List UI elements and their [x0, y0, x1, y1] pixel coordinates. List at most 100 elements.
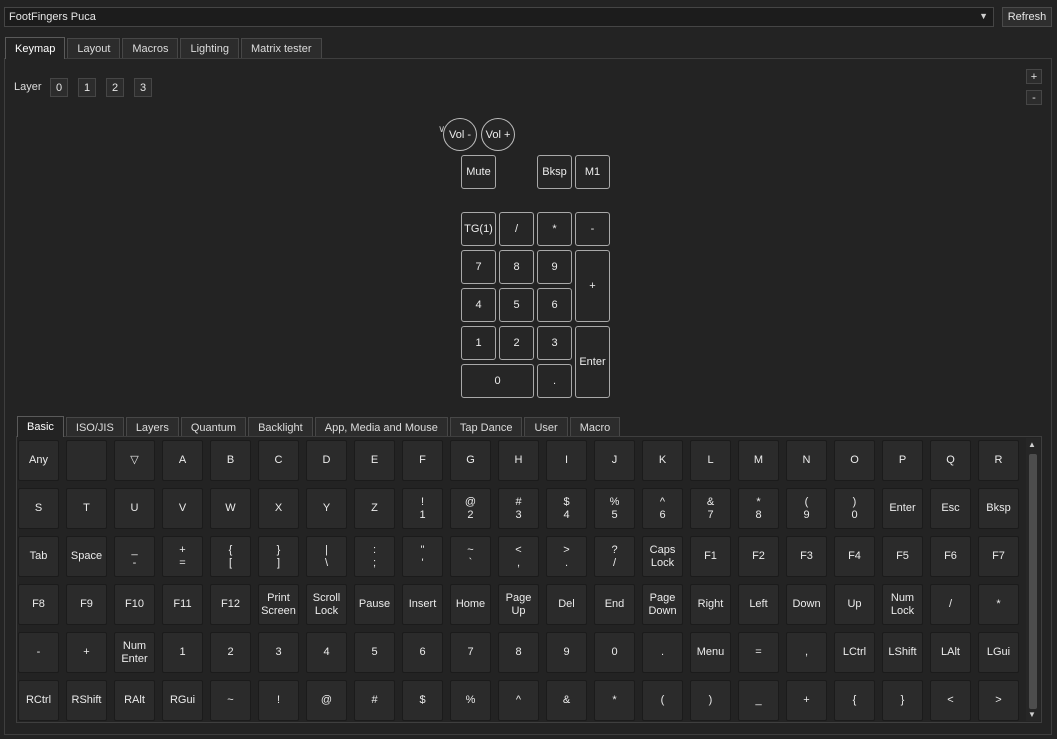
keycode-button[interactable]: ^ 6 — [642, 488, 683, 529]
keycode-button[interactable]: Caps Lock — [642, 536, 683, 577]
keycode-button[interactable]: M — [738, 440, 779, 481]
keycode-button[interactable]: ! 1 — [402, 488, 443, 529]
keycode-button[interactable]: X — [258, 488, 299, 529]
keycode-button[interactable]: S — [18, 488, 59, 529]
encoder-vol-up[interactable]: Vol + — [481, 118, 515, 151]
keycode-scrollbar[interactable]: ▲ ▼ — [1026, 438, 1040, 721]
keycode-button[interactable]: _ — [738, 680, 779, 721]
tab-quantum[interactable]: Quantum — [180, 417, 247, 437]
layout-key-0[interactable]: 0 — [461, 364, 534, 398]
arrow-up-icon[interactable]: ▲ — [1028, 440, 1036, 449]
tab-layout[interactable]: Layout — [67, 38, 121, 59]
keycode-button[interactable]: 1 — [162, 632, 203, 673]
keycode-button[interactable]: RAlt — [114, 680, 155, 721]
keycode-button[interactable]: F9 — [66, 584, 107, 625]
keycode-button[interactable]: Enter — [882, 488, 923, 529]
keycode-button[interactable]: ( — [642, 680, 683, 721]
keycode-button[interactable]: F1 — [690, 536, 731, 577]
keycode-button[interactable]: Space — [66, 536, 107, 577]
keycode-button[interactable]: } ] — [258, 536, 299, 577]
keycode-button[interactable]: + = — [162, 536, 203, 577]
keycode-button[interactable]: F3 — [786, 536, 827, 577]
arrow-down-icon[interactable]: ▼ — [1028, 710, 1036, 719]
keycode-button[interactable]: Pause — [354, 584, 395, 625]
layout-key-8[interactable]: 8 — [499, 250, 534, 284]
chevron-down-icon[interactable]: ▼ — [979, 11, 988, 21]
keycode-button[interactable]: / — [930, 584, 971, 625]
keycode-button[interactable]: ^ — [498, 680, 539, 721]
device-select[interactable]: FootFingers Puca ▼ — [4, 7, 994, 27]
keycode-button[interactable]: F2 — [738, 536, 779, 577]
keycode-button[interactable]: 4 — [306, 632, 347, 673]
keycode-button[interactable]: A — [162, 440, 203, 481]
keycode-button[interactable]: @ — [306, 680, 347, 721]
tab-backlight[interactable]: Backlight — [248, 417, 313, 437]
tab-keymap[interactable]: Keymap — [5, 37, 66, 59]
keycode-button[interactable]: > — [978, 680, 1019, 721]
keycode-button[interactable]: 7 — [450, 632, 491, 673]
tab-iso-jis[interactable]: ISO/JIS — [65, 417, 124, 437]
keycode-button[interactable]: Print Screen — [258, 584, 299, 625]
scrollbar-thumb[interactable] — [1029, 454, 1037, 709]
keycode-button[interactable]: Up — [834, 584, 875, 625]
keycode-button[interactable]: & 7 — [690, 488, 731, 529]
keycode-button[interactable]: Any — [18, 440, 59, 481]
layout-key-bksp[interactable]: Bksp — [537, 155, 572, 189]
keycode-button[interactable]: LCtrl — [834, 632, 875, 673]
keycode-button[interactable]: Tab — [18, 536, 59, 577]
layout-key-9[interactable]: 9 — [537, 250, 572, 284]
keycode-button[interactable]: T — [66, 488, 107, 529]
tab-user[interactable]: User — [524, 417, 568, 437]
tab-macro[interactable]: Macro — [569, 417, 621, 437]
keycode-button[interactable]: E — [354, 440, 395, 481]
keycode-button[interactable]: F5 — [882, 536, 923, 577]
keycode-button[interactable]: @ 2 — [450, 488, 491, 529]
keycode-button[interactable]: Scroll Lock — [306, 584, 347, 625]
tab-tap-dance[interactable]: Tap Dance — [449, 417, 523, 437]
layout-key-m1[interactable]: M1 — [575, 155, 610, 189]
keycode-button[interactable]: * — [978, 584, 1019, 625]
refresh-button[interactable]: Refresh — [1002, 7, 1052, 27]
layer-button-0[interactable]: 0 — [50, 78, 68, 97]
keycode-button[interactable]: W — [210, 488, 251, 529]
keycode-button[interactable]: , — [786, 632, 827, 673]
keycode-button[interactable]: ( 9 — [786, 488, 827, 529]
keycode-button[interactable]: ) 0 — [834, 488, 875, 529]
keycode-button[interactable]: F12 — [210, 584, 251, 625]
keycode-button[interactable]: D — [306, 440, 347, 481]
keycode-button[interactable]: 6 — [402, 632, 443, 673]
keycode-button[interactable]: { [ — [210, 536, 251, 577]
keycode-button[interactable]: # — [354, 680, 395, 721]
keycode-button[interactable]: Esc — [930, 488, 971, 529]
keycode-button[interactable]: < — [930, 680, 971, 721]
keycode-button[interactable]: - — [18, 632, 59, 673]
tab-lighting[interactable]: Lighting — [180, 38, 239, 59]
keycode-button[interactable]: J — [594, 440, 635, 481]
keycode-button[interactable]: 5 — [354, 632, 395, 673]
keycode-button[interactable]: U — [114, 488, 155, 529]
layer-button-2[interactable]: 2 — [106, 78, 124, 97]
keycode-button[interactable]: RShift — [66, 680, 107, 721]
keycode-button[interactable]: $ 4 — [546, 488, 587, 529]
layout-key-dot[interactable]: . — [537, 364, 572, 398]
keycode-button[interactable]: * — [594, 680, 635, 721]
keycode-button[interactable]: F4 — [834, 536, 875, 577]
keycode-button[interactable]: * 8 — [738, 488, 779, 529]
keycode-button[interactable]: ~ ` — [450, 536, 491, 577]
keycode-button[interactable]: ? / — [594, 536, 635, 577]
tab-macros[interactable]: Macros — [122, 38, 179, 59]
layout-key-6[interactable]: 6 — [537, 288, 572, 322]
tab-app-media-mouse[interactable]: App, Media and Mouse — [314, 417, 448, 437]
keycode-button[interactable]: | \ — [306, 536, 347, 577]
encoder-vol-down[interactable]: Vol - — [443, 118, 477, 151]
keycode-button[interactable]: ) — [690, 680, 731, 721]
keycode-button[interactable]: _ - — [114, 536, 155, 577]
keycode-button[interactable]: RCtrl — [18, 680, 59, 721]
keycode-button[interactable]: H — [498, 440, 539, 481]
keycode-button[interactable]: L — [690, 440, 731, 481]
keycode-button[interactable]: Page Down — [642, 584, 683, 625]
keycode-button[interactable]: Down — [786, 584, 827, 625]
keycode-button[interactable]: + — [66, 632, 107, 673]
keycode-button[interactable]: Q — [930, 440, 971, 481]
zoom-out-button[interactable]: - — [1026, 90, 1042, 105]
